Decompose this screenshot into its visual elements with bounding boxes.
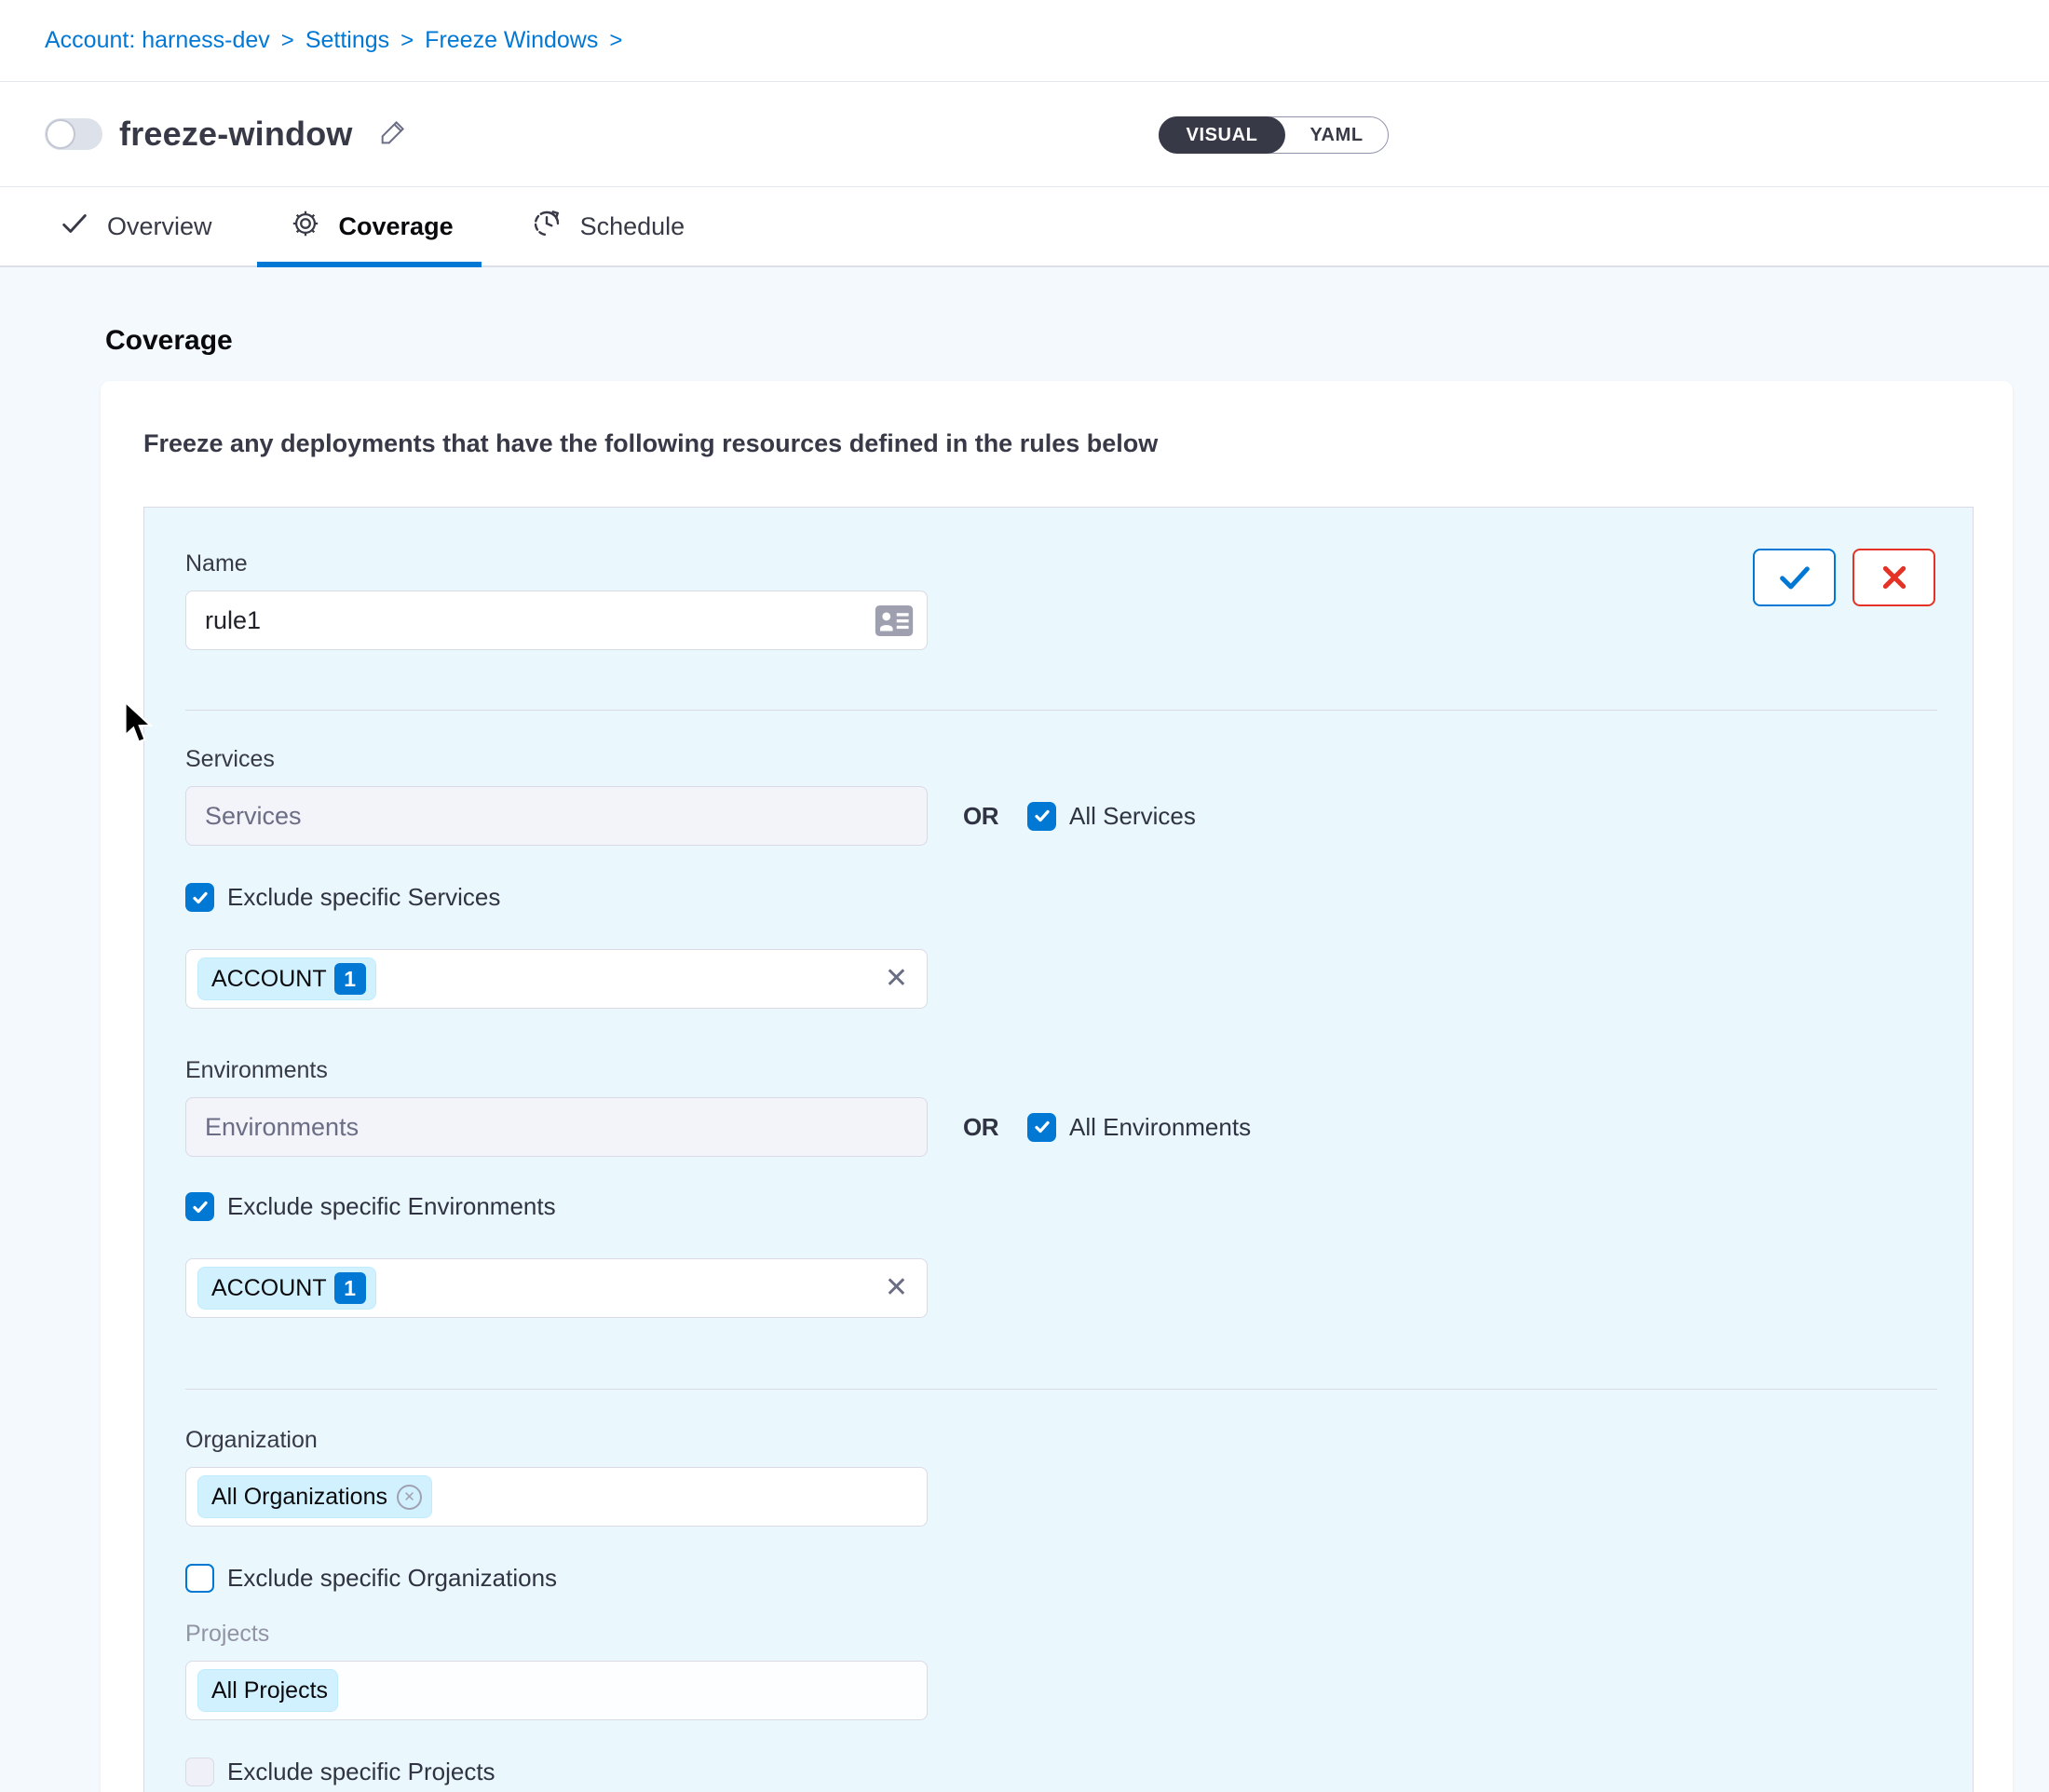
divider: [185, 710, 1937, 711]
gear-icon: [289, 207, 322, 247]
all-environments-label: All Environments: [1069, 1113, 1251, 1142]
rule-actions: [1753, 549, 1935, 606]
all-services-label: All Services: [1069, 802, 1196, 831]
or-label: OR: [963, 802, 998, 831]
exclude-organizations-checkbox[interactable]: [185, 1564, 214, 1593]
clear-excluded-services-icon[interactable]: ✕: [885, 965, 908, 993]
projects-tag: All Projects: [197, 1669, 338, 1712]
tab-overview[interactable]: Overview: [59, 187, 212, 265]
divider: [185, 1389, 1937, 1390]
organization-field[interactable]: All Organizations ✕: [185, 1467, 928, 1527]
toggle-knob: [46, 119, 75, 149]
breadcrumb-separator: >: [281, 28, 294, 54]
organization-label: Organization: [185, 1427, 1973, 1454]
rule-name-input[interactable]: [185, 591, 928, 650]
coverage-description: Freeze any deployments that have the fol…: [143, 429, 2013, 458]
excluded-services-field[interactable]: ACCOUNT 1 ✕: [185, 949, 928, 1009]
yaml-tab[interactable]: YAML: [1285, 116, 1387, 154]
excluded-services-count: 1: [334, 963, 366, 995]
all-environments-checkbox[interactable]: [1027, 1113, 1056, 1142]
exclude-projects-checkbox: [185, 1758, 214, 1786]
projects-field: All Projects: [185, 1661, 928, 1720]
name-label: Name: [185, 550, 1973, 577]
freeze-enable-toggle[interactable]: [45, 118, 102, 150]
breadcrumb-freeze-windows[interactable]: Freeze Windows: [425, 27, 598, 54]
visual-yaml-switch: VISUAL YAML: [1159, 116, 1389, 154]
delete-rule-button[interactable]: [1852, 549, 1935, 606]
organization-tag[interactable]: All Organizations ✕: [197, 1475, 432, 1518]
excluded-services-tag[interactable]: ACCOUNT 1: [197, 957, 376, 1000]
environments-label: Environments: [185, 1057, 1973, 1084]
check-icon: [59, 208, 90, 246]
page-header: freeze-window VISUAL YAML: [0, 82, 2049, 187]
excluded-environments-field[interactable]: ACCOUNT 1 ✕: [185, 1258, 928, 1318]
coverage-card: Freeze any deployments that have the fol…: [101, 381, 2013, 1792]
breadcrumb-bar: Account: harness-dev > Settings > Freeze…: [0, 0, 2049, 82]
schedule-clock-icon: [530, 207, 563, 247]
apply-rule-button[interactable]: [1753, 549, 1836, 606]
section-title: Coverage: [105, 325, 2049, 357]
services-label: Services: [185, 746, 1973, 773]
freeze-rule-panel: Name Services: [143, 507, 1974, 1792]
breadcrumb-separator: >: [609, 28, 622, 54]
cancel-x-icon: [1879, 563, 1909, 592]
edit-pencil-icon[interactable]: [377, 116, 409, 153]
exclude-organizations-label: Exclude specific Organizations: [227, 1564, 557, 1593]
tab-coverage[interactable]: Coverage: [289, 187, 454, 265]
page-title: freeze-window: [119, 115, 353, 154]
breadcrumb-settings[interactable]: Settings: [305, 27, 389, 54]
coverage-page: Coverage Freeze any deployments that hav…: [0, 267, 2049, 1792]
visual-tab[interactable]: VISUAL: [1159, 116, 1286, 154]
breadcrumb: Account: harness-dev > Settings > Freeze…: [45, 27, 622, 54]
exclude-environments-checkbox[interactable]: [185, 1192, 214, 1221]
all-services-checkbox[interactable]: [1027, 802, 1056, 831]
projects-label: Projects: [185, 1621, 1973, 1648]
exclude-services-label: Exclude specific Services: [227, 883, 500, 912]
exclude-projects-label: Exclude specific Projects: [227, 1758, 495, 1786]
clear-excluded-environments-icon[interactable]: ✕: [885, 1274, 908, 1302]
or-label: OR: [963, 1113, 998, 1142]
breadcrumb-account[interactable]: Account: harness-dev: [45, 27, 270, 54]
services-input[interactable]: [185, 786, 928, 846]
excluded-environments-tag[interactable]: ACCOUNT 1: [197, 1267, 376, 1310]
wizard-tabs: Overview Coverage Schedule: [0, 187, 2049, 267]
exclude-environments-label: Exclude specific Environments: [227, 1192, 556, 1221]
exclude-services-checkbox[interactable]: [185, 883, 214, 912]
remove-organization-icon[interactable]: ✕: [397, 1485, 422, 1510]
confirm-check-icon: [1776, 562, 1813, 593]
tab-schedule[interactable]: Schedule: [530, 187, 685, 265]
environments-input[interactable]: [185, 1097, 928, 1157]
excluded-environments-count: 1: [334, 1272, 366, 1304]
name-card-icon: [874, 604, 915, 643]
breadcrumb-separator: >: [400, 28, 414, 54]
